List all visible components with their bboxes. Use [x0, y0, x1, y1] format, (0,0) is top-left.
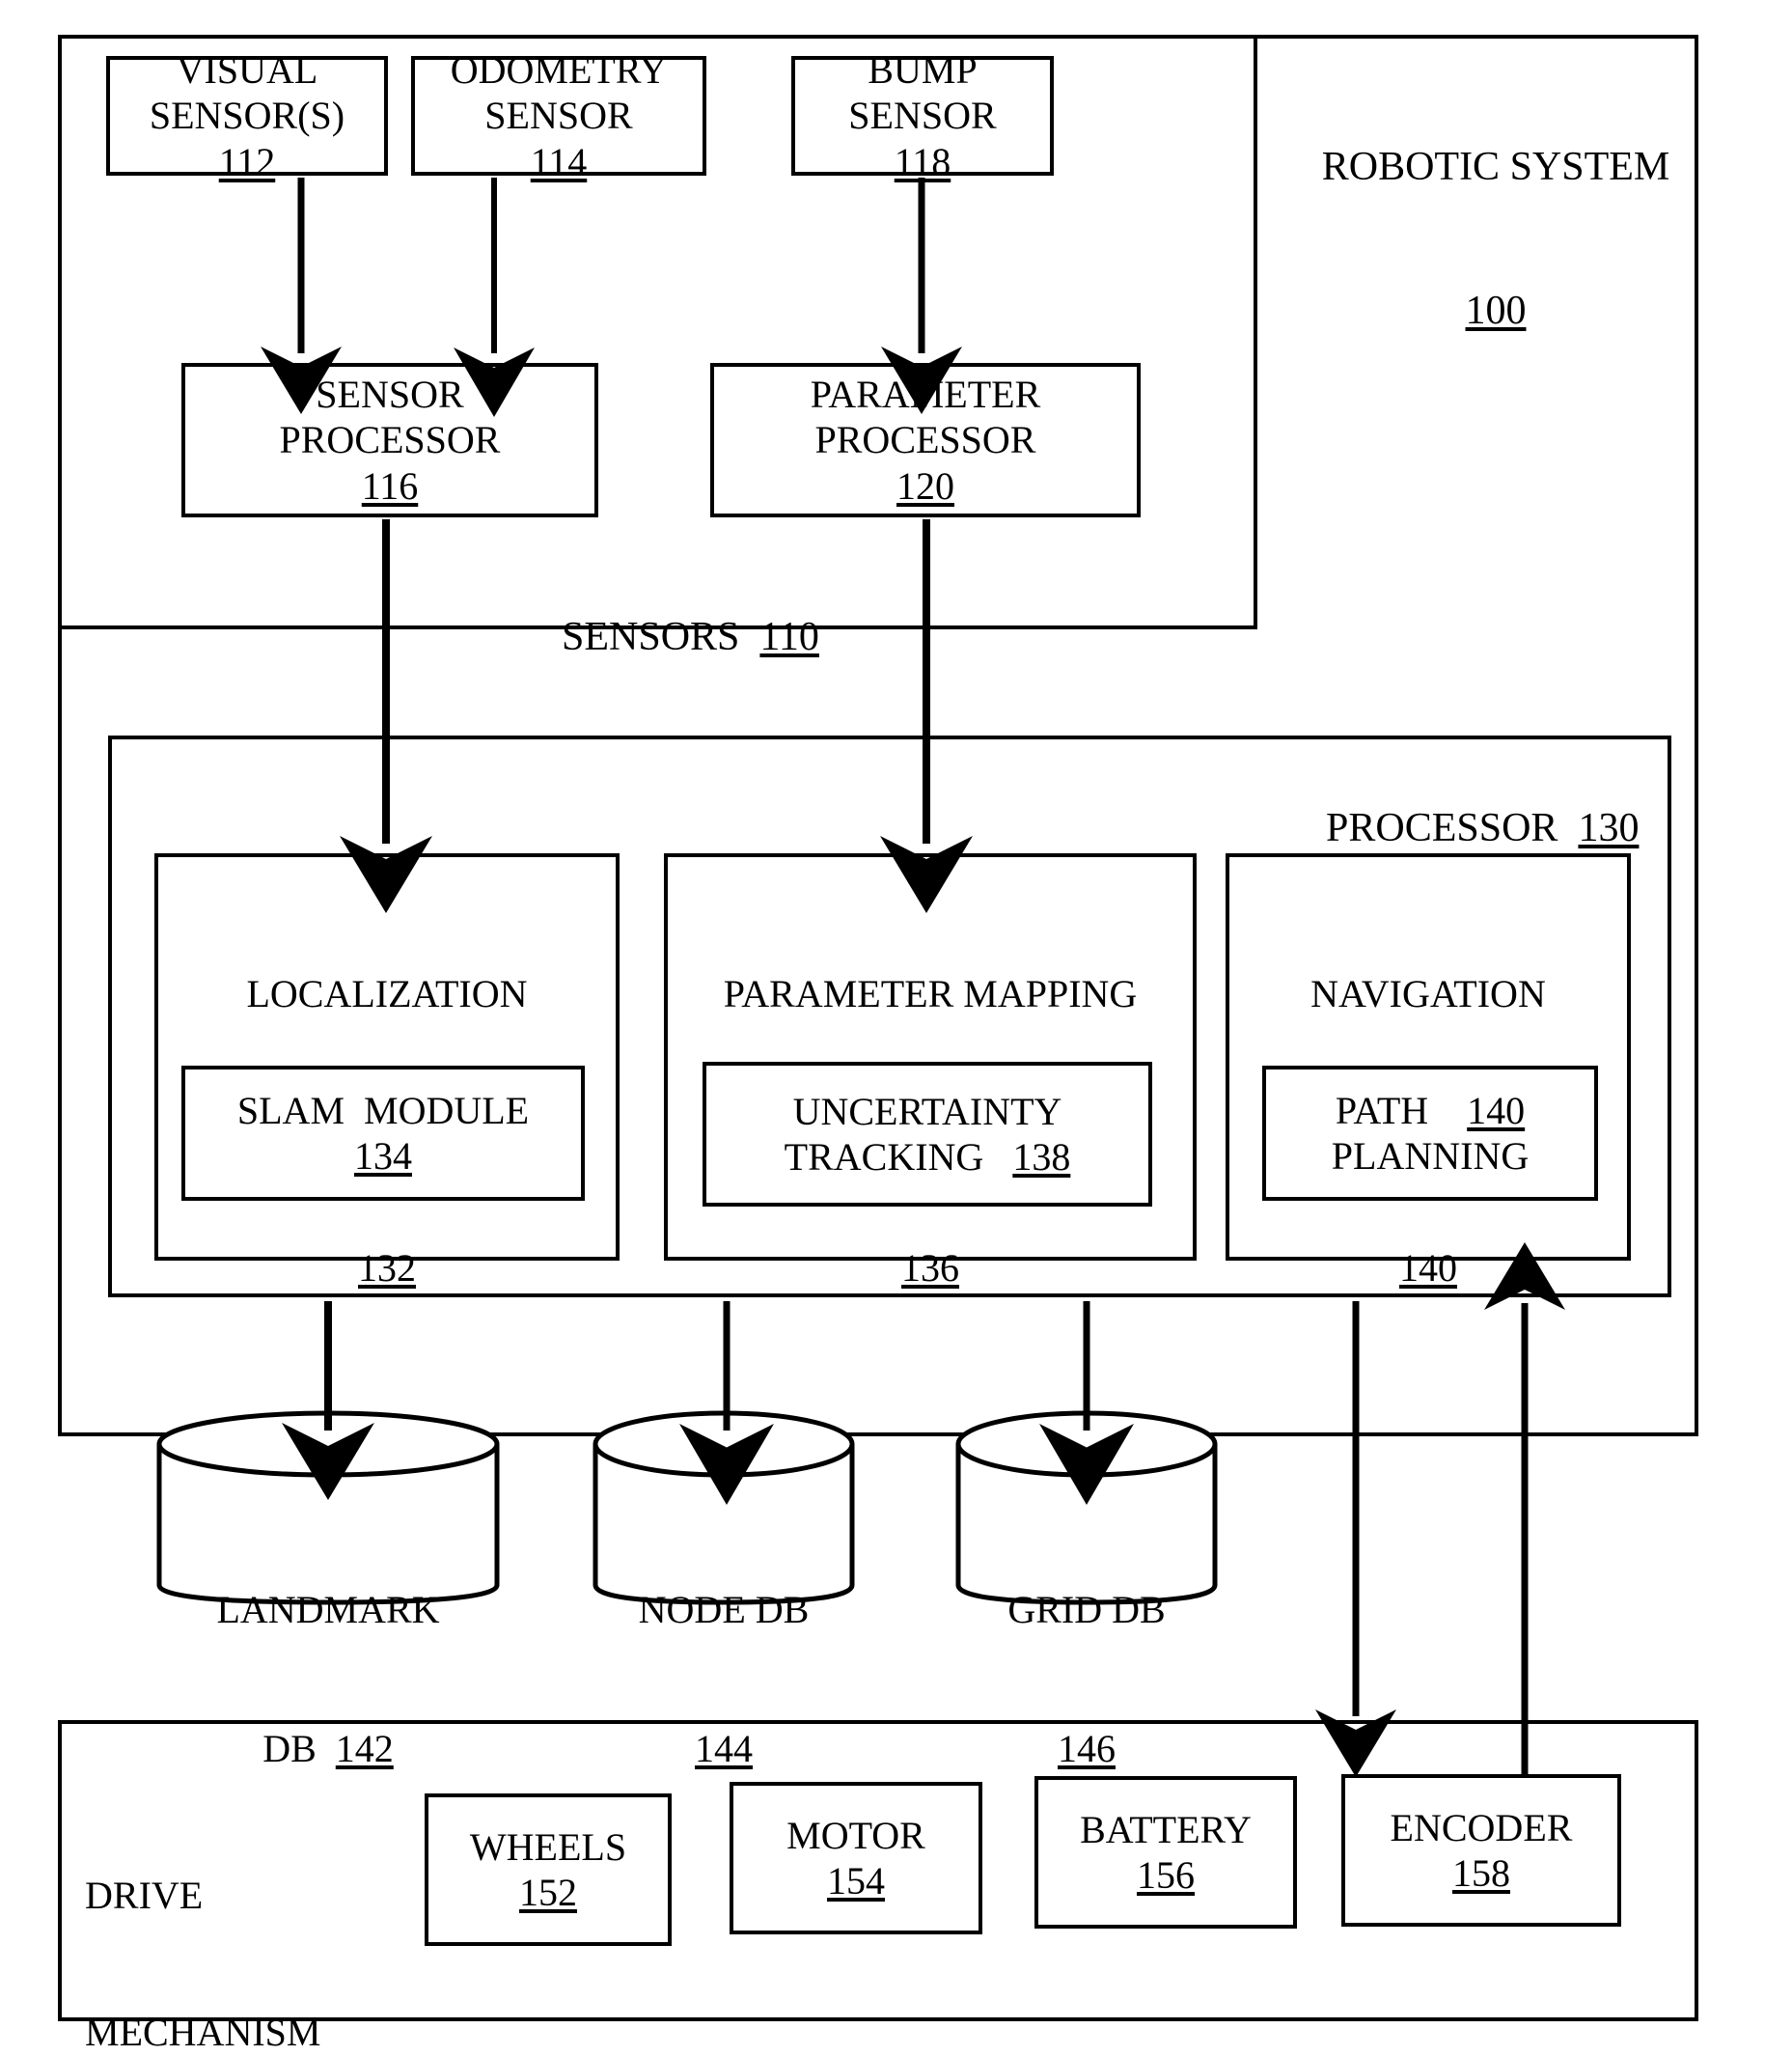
odometry-sensor-line2: SENSOR — [484, 94, 633, 138]
landmark-db-ref: 142 — [335, 1727, 394, 1770]
uncertainty-tracking-box[interactable]: UNCERTAINTY TRACKING 138 — [703, 1062, 1152, 1207]
visual-sensor-line1: VISUAL — [176, 48, 318, 93]
sensors-label-text: SENSORS — [562, 614, 740, 659]
odometry-sensor-box[interactable]: ODOMETRY SENSOR 114 — [411, 48, 706, 183]
path-planning-line1: PATH 140 — [1336, 1088, 1525, 1133]
node-db-ref: 144 — [695, 1727, 753, 1770]
figure-title-text: ROBOTIC SYSTEM — [1321, 145, 1670, 190]
encoder-ref: 158 — [1452, 1851, 1510, 1895]
grid-db-cylinder[interactable]: GRID DB 146 — [953, 1403, 1220, 1770]
grid-db-line1: GRID DB — [1007, 1588, 1166, 1631]
landmark-db-line2-text: DB — [262, 1727, 336, 1770]
visual-sensor-box[interactable]: VISUAL SENSOR(S) 112 — [106, 48, 388, 183]
sensor-processor-ref: 116 — [361, 463, 419, 508]
slam-module-box[interactable]: SLAM MODULE 134 — [181, 1066, 585, 1201]
parameter-mapping-ref: 136 — [901, 1245, 959, 1290]
landmark-db-cylinder[interactable]: LANDMARK DB 142 — [154, 1403, 502, 1770]
battery-ref: 156 — [1137, 1853, 1195, 1897]
parameter-processor-ref: 120 — [896, 463, 954, 508]
uncertainty-line2-text: TRACKING — [784, 1135, 1013, 1179]
motor-label: MOTOR — [786, 1813, 925, 1857]
localization-line1: LOCALIZATION — [246, 972, 528, 1016]
drive-mechanism-line2: MECHANISM — [85, 2010, 321, 2054]
processor-label-text: PROCESSOR — [1326, 805, 1558, 850]
encoder-label: ENCODER — [1390, 1805, 1573, 1849]
navigation-ref: 140 — [1399, 1245, 1457, 1290]
slam-module-label: SLAM MODULE — [236, 1088, 530, 1132]
wheels-ref: 152 — [519, 1871, 577, 1914]
bump-sensor-line1: BUMP — [868, 48, 978, 93]
motor-box[interactable]: MOTOR 154 — [730, 1782, 982, 1934]
parameter-mapping-line1: PARAMETER MAPPING — [723, 972, 1138, 1016]
motor-ref: 154 — [827, 1859, 885, 1903]
uncertainty-ref: 138 — [1012, 1135, 1071, 1179]
bump-sensor-box[interactable]: BUMP SENSOR 118 — [791, 48, 1054, 183]
parameter-processor-line1: PARAMETER — [810, 373, 1041, 417]
parameter-processor-line2: PROCESSOR — [814, 418, 1036, 462]
path-planning-line1-text: PATH — [1335, 1088, 1468, 1132]
figure-title-ref: 100 — [1465, 288, 1527, 333]
slam-module-ref: 134 — [354, 1134, 412, 1178]
node-db-cylinder[interactable]: NODE DB 144 — [591, 1403, 857, 1770]
uncertainty-line1: UNCERTAINTY — [792, 1089, 1062, 1133]
node-db-line1: NODE DB — [638, 1588, 810, 1631]
visual-sensor-line2: SENSOR(S) — [149, 94, 345, 138]
drive-mechanism-line1: DRIVE — [85, 1874, 204, 1918]
battery-label: BATTERY — [1080, 1807, 1252, 1851]
processor-label-ref: 130 — [1578, 805, 1640, 850]
uncertainty-line2: TRACKING 138 — [785, 1134, 1071, 1180]
landmark-db-line2: DB 142 — [154, 1726, 502, 1772]
sensor-processor-line2: PROCESSOR — [279, 418, 501, 462]
bump-sensor-ref: 118 — [894, 139, 951, 183]
figure-title: ROBOTIC SYSTEM 100 — [1312, 48, 1679, 431]
odometry-sensor-line1: ODOMETRY — [450, 48, 668, 93]
parameter-processor-box[interactable]: PARAMETER PROCESSOR 120 — [710, 363, 1141, 517]
path-planning-line2: PLANNING — [1331, 1134, 1530, 1178]
navigation-line1: NAVIGATION — [1310, 972, 1546, 1016]
path-planning-ref: 140 — [1467, 1088, 1526, 1132]
drive-mechanism-label: DRIVE MECHANISM 150 — [85, 1782, 320, 2056]
sensors-label-ref: 110 — [759, 614, 819, 659]
wheels-label: WHEELS — [469, 1824, 627, 1869]
visual-sensor-ref: 112 — [218, 139, 276, 183]
path-planning-box[interactable]: PATH 140 PLANNING — [1262, 1066, 1598, 1201]
bump-sensor-line2: SENSOR — [848, 94, 997, 138]
odometry-sensor-ref: 114 — [530, 139, 588, 183]
sensor-processor-line1: SENSOR — [316, 373, 464, 417]
sensor-processor-box[interactable]: SENSOR PROCESSOR 116 — [181, 363, 598, 517]
figure-canvas: ROBOTIC SYSTEM 100 SENSORS 110 PROCESSOR… — [0, 0, 1792, 2056]
sensors-section-label: SENSORS 110 — [521, 566, 819, 709]
encoder-box[interactable]: ENCODER 158 — [1341, 1774, 1621, 1927]
battery-box[interactable]: BATTERY 156 — [1034, 1776, 1297, 1929]
grid-db-ref: 146 — [1058, 1727, 1116, 1770]
localization-ref: 132 — [358, 1245, 416, 1290]
landmark-db-line1: LANDMARK — [216, 1588, 440, 1631]
wheels-box[interactable]: WHEELS 152 — [425, 1793, 672, 1946]
